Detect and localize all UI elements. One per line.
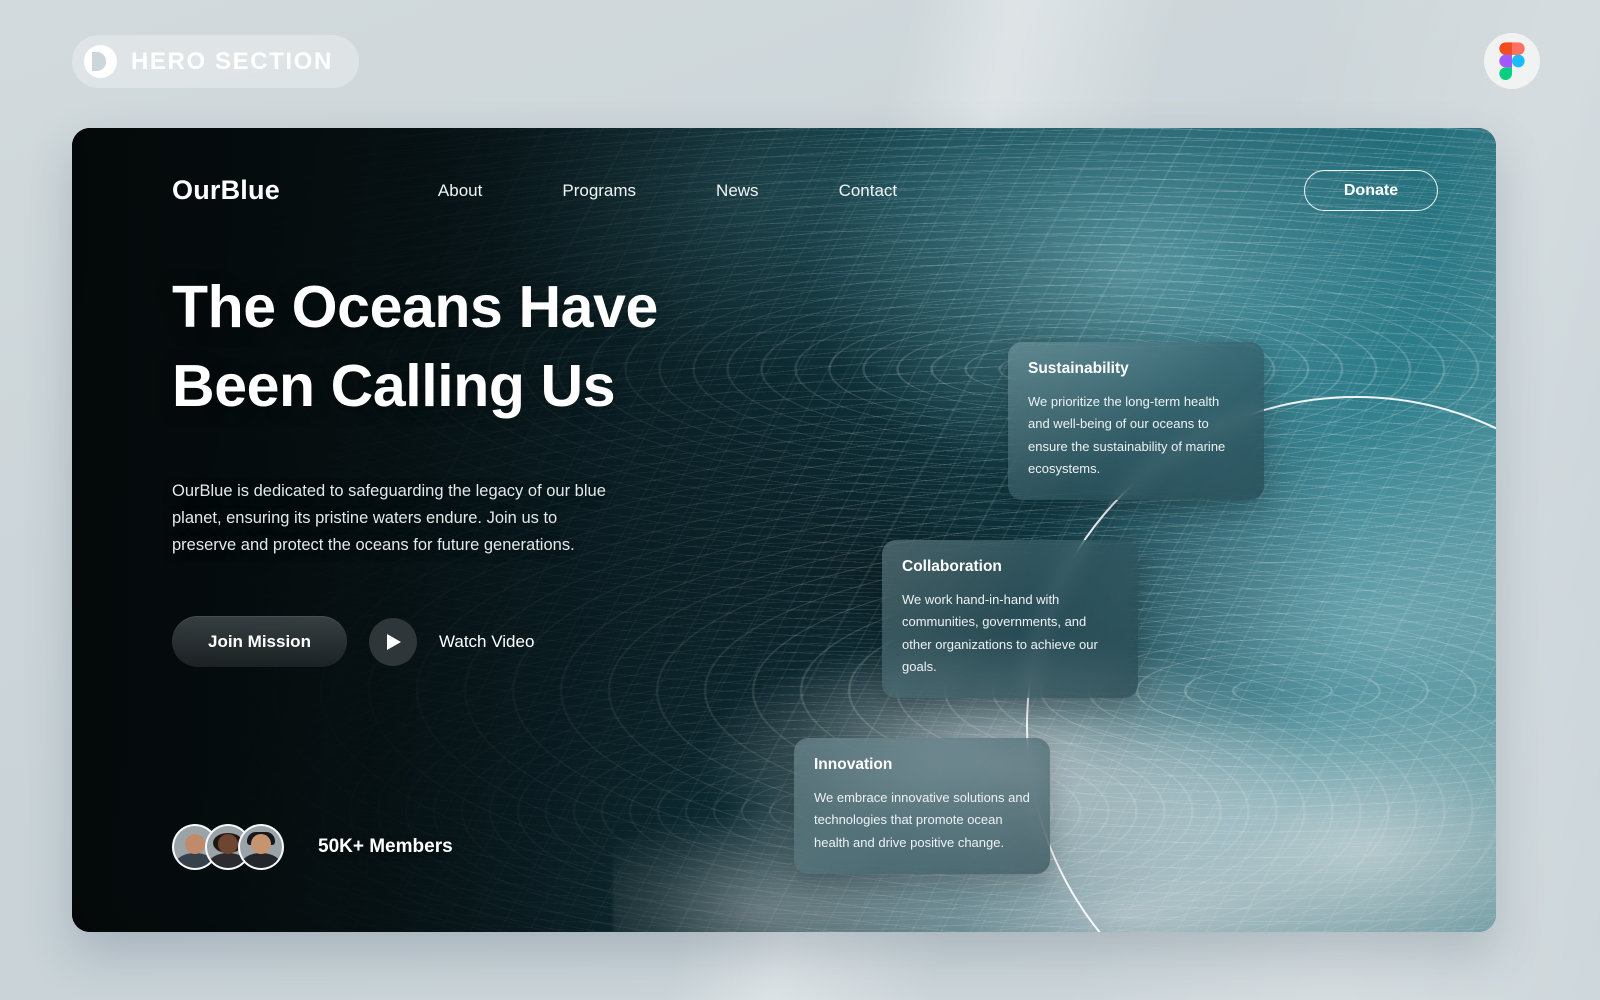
headline-line-1: The Oceans Have (172, 274, 658, 340)
feature-card-collaboration[interactable]: Collaboration We work hand-in-hand with … (882, 540, 1138, 699)
hero-section-badge-label: HERO SECTION (131, 47, 333, 75)
nav-item-news[interactable]: News (716, 181, 759, 201)
ourblue-p-mark-icon (84, 45, 117, 78)
hero-copy-block: The Oceans Have Been Calling Us OurBlue … (172, 268, 812, 668)
nav-item-contact[interactable]: Contact (839, 181, 898, 201)
avatar-group (172, 824, 284, 870)
feature-card-sustainability[interactable]: Sustainability We prioritize the long-te… (1008, 342, 1264, 501)
hero-frame: OurBlue About Programs News Contact Dona… (72, 128, 1496, 932)
headline-line-2: Been Calling Us (172, 353, 616, 420)
feature-card-body: We work hand-in-hand with communities, g… (902, 592, 1098, 675)
nav-item-programs[interactable]: Programs (562, 181, 636, 201)
nav-item-about[interactable]: About (438, 181, 482, 201)
feature-card-body: We prioritize the long-term health and w… (1028, 394, 1226, 477)
feature-card-title: Collaboration (902, 558, 1002, 575)
avatar-body (241, 853, 281, 868)
brand-logo-text[interactable]: OurBlue (172, 175, 280, 206)
feature-card-title: Innovation (814, 756, 893, 773)
avatar-face (251, 834, 271, 855)
play-triangle-icon (387, 633, 402, 650)
nav-links: About Programs News Contact (438, 181, 897, 201)
avatar-face (185, 834, 205, 855)
avatar-face (218, 834, 238, 855)
feature-card-body: We embrace innovative solutions and tech… (814, 790, 1030, 850)
page-title: The Oceans Have Been Calling Us (172, 268, 812, 426)
members-stat: 50K+ Members (172, 824, 453, 870)
hero-section-badge: HERO SECTION (72, 35, 359, 88)
play-video-button[interactable] (368, 617, 417, 666)
donate-button[interactable]: Donate (1304, 170, 1438, 211)
hero-cta-row: Join Mission Watch Video (172, 616, 812, 668)
feature-card-innovation[interactable]: Innovation We embrace innovative solutio… (794, 738, 1050, 875)
hero-subcopy: OurBlue is dedicated to safeguarding the… (172, 482, 606, 554)
members-count-label: 50K+ Members (318, 836, 453, 857)
feature-card-title: Sustainability (1028, 360, 1129, 377)
figma-logo-icon[interactable] (1484, 33, 1540, 89)
join-mission-button[interactable]: Join Mission (172, 616, 347, 668)
avatar (238, 824, 284, 870)
hero-navbar: OurBlue About Programs News Contact Dona… (172, 170, 1438, 211)
watch-video-label[interactable]: Watch Video (439, 632, 534, 652)
